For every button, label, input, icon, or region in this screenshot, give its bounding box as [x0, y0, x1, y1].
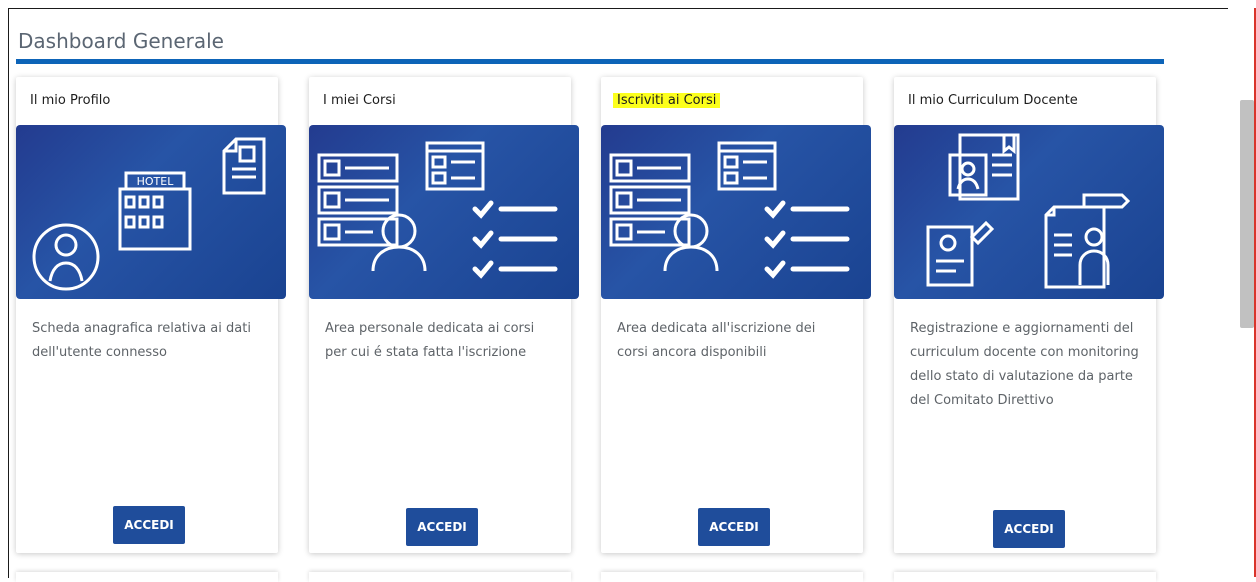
courses-illustration-icon — [317, 141, 558, 279]
card-title: Il mio Profilo — [30, 93, 111, 108]
card-image: HOTEL — [16, 125, 286, 299]
card-my-courses: I miei Corsi Area personale dedicata ai … — [309, 77, 579, 553]
id-document-icon — [222, 137, 266, 195]
cv-document-icon — [948, 133, 1020, 201]
card-profile: Il mio Profilo HOTEL Scheda anagrafica r… — [16, 77, 286, 553]
card-image — [309, 125, 579, 299]
card-curriculum: Il mio Curriculum Docente Registrazione … — [894, 77, 1164, 553]
card-description: Area personale dedicata ai corsi per cui… — [325, 321, 535, 360]
card-description: Scheda anagrafica relativa ai dati dell'… — [32, 321, 251, 360]
person-icon — [371, 213, 427, 272]
hotel-illustration-icon: HOTEL — [32, 137, 266, 291]
test-window-icon — [425, 141, 485, 191]
enroll-illustration-icon — [609, 141, 850, 279]
card-title: Il mio Curriculum Docente — [908, 93, 1078, 108]
scrollbar-thumb[interactable] — [1240, 100, 1254, 328]
card-title: I miei Corsi — [323, 93, 396, 108]
accedi-button[interactable]: ACCEDI — [406, 508, 478, 546]
checklist-icon — [609, 153, 691, 247]
card-description: Area dedicata all'iscrizione dei corsi a… — [617, 321, 816, 360]
card-partial — [894, 572, 1156, 582]
page-title: Dashboard Generale — [18, 29, 224, 53]
accedi-button[interactable]: ACCEDI — [698, 508, 770, 546]
accedi-button[interactable]: ACCEDI — [113, 506, 185, 544]
report-person-icon — [1044, 193, 1131, 289]
checklist-icon — [317, 153, 399, 247]
card-image — [894, 125, 1164, 299]
test-window-icon — [717, 141, 777, 191]
card-partial — [309, 572, 571, 582]
card-image — [601, 125, 871, 299]
svg-text:HOTEL: HOTEL — [137, 175, 175, 188]
card-partial — [16, 572, 278, 582]
card-title: Iscriviti ai Corsi — [613, 93, 721, 108]
curriculum-illustration-icon — [926, 133, 1131, 289]
profile-sheet-icon — [926, 220, 995, 287]
card-partial — [601, 572, 863, 582]
title-underline — [16, 59, 1164, 64]
card-description: Registrazione e aggiornamenti del curric… — [910, 321, 1139, 408]
card-enroll-courses: Iscriviti ai Corsi Area dedicata all'isc… — [601, 77, 871, 553]
accedi-button[interactable]: ACCEDI — [993, 510, 1065, 548]
person-icon — [663, 213, 719, 272]
